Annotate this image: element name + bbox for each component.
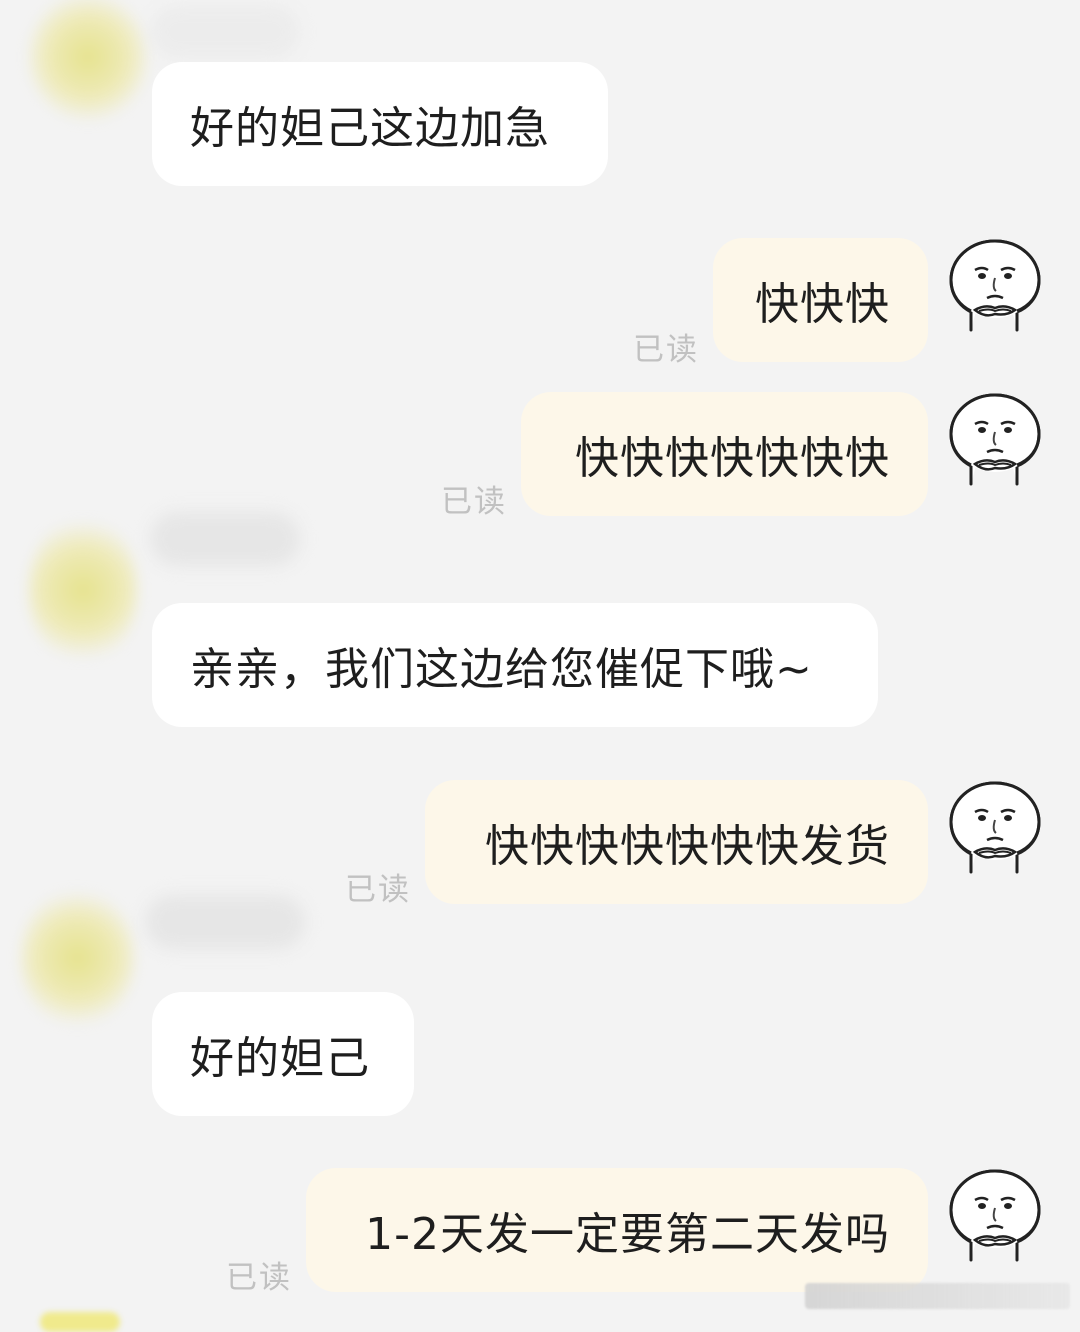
contact-name-blurred: [145, 895, 305, 949]
contact-avatar[interactable]: [28, 515, 138, 665]
message-text: 快快快快快快快: [575, 433, 890, 484]
message-text: 快快快快快快快发货: [485, 821, 890, 872]
read-status: 已读: [633, 332, 699, 368]
message-text: 1-2天发一定要第二天发吗: [365, 1209, 890, 1260]
incoming-message-bubble[interactable]: 好的妲己: [152, 992, 414, 1116]
read-status: 已读: [226, 1260, 292, 1296]
contact-name-blurred: [150, 512, 300, 566]
outgoing-message-bubble[interactable]: 快快快快快快快: [521, 392, 928, 516]
meme-face-avatar-icon[interactable]: [945, 1166, 1045, 1266]
contact-avatar[interactable]: [28, 0, 148, 122]
outgoing-message-bubble[interactable]: 1-2天发一定要第二天发吗: [306, 1168, 928, 1292]
message-text: 好的妲己: [190, 1033, 370, 1084]
meme-face-avatar-icon[interactable]: [945, 236, 1045, 336]
outgoing-message-bubble[interactable]: 快快快快快快快发货: [425, 780, 928, 904]
contact-avatar-partial: [40, 1312, 120, 1332]
message-text: 好的妲己这边加急: [190, 103, 550, 154]
message-text: 快快快: [755, 279, 890, 330]
outgoing-message-bubble[interactable]: 快快快: [713, 238, 928, 362]
chat-conversation: 好的妲己这边加急 已读 快快快 已读 快快快快快快快 亲亲，我们这边给您催促下哦…: [0, 0, 1080, 1332]
meme-face-avatar-icon[interactable]: [945, 778, 1045, 878]
meme-face-avatar-icon[interactable]: [945, 390, 1045, 490]
read-status: 已读: [441, 484, 507, 520]
contact-name-blurred: [150, 5, 300, 59]
incoming-message-bubble[interactable]: 好的妲己这边加急: [152, 62, 608, 186]
contact-avatar[interactable]: [20, 888, 135, 1028]
message-text: 亲亲，我们这边给您催促下哦~: [190, 644, 813, 695]
blurred-watermark: [805, 1283, 1070, 1309]
incoming-message-bubble[interactable]: 亲亲，我们这边给您催促下哦~: [152, 603, 878, 727]
read-status: 已读: [345, 872, 411, 908]
